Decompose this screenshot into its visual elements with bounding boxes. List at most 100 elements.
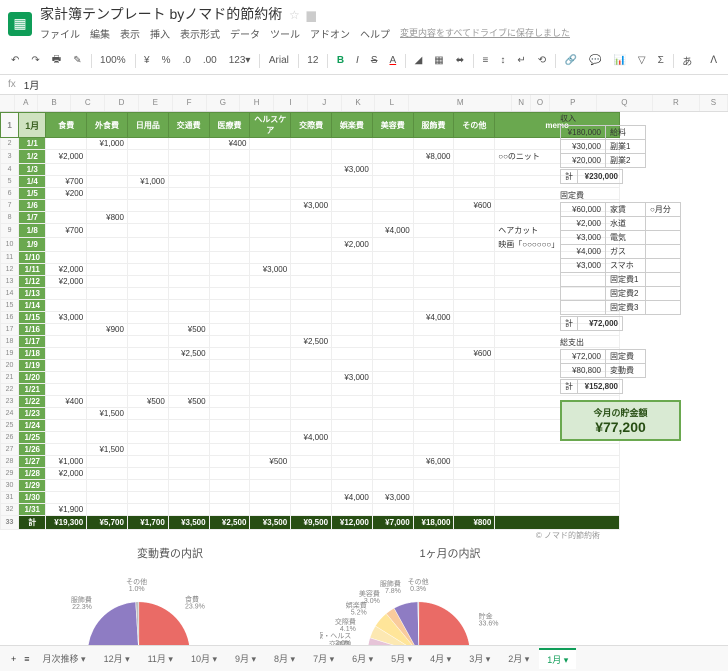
merge-icon[interactable]: ⬌ — [453, 53, 467, 68]
svg-text:食費: 食費 — [185, 595, 199, 604]
pie-chart: 1ヶ月の内訳貯金33.6%家賃26.1%水道・光熱3.9%スマホ1.3%食費(外… — [320, 545, 580, 655]
filter-icon[interactable]: ▽ — [635, 53, 649, 68]
text-color-icon[interactable]: A — [387, 53, 400, 68]
svg-text:1.0%: 1.0% — [129, 586, 145, 593]
menu-addons[interactable]: アドオン — [310, 26, 350, 41]
col-header[interactable]: I — [274, 95, 308, 111]
print-icon[interactable]: 🖶 — [49, 50, 64, 71]
decimal-dec-icon[interactable]: .0 — [179, 53, 193, 68]
col-header[interactable]: P — [550, 95, 597, 111]
col-header[interactable]: J — [308, 95, 342, 111]
sheet-tab[interactable]: 12月 ▾ — [96, 649, 138, 668]
more-formats[interactable]: 123▾ — [226, 53, 254, 68]
sheet-tab[interactable]: 6月 ▾ — [344, 649, 381, 668]
col-header[interactable]: O — [531, 95, 550, 111]
fill-color-icon[interactable]: ◢ — [412, 53, 426, 68]
functions-icon[interactable]: Σ — [655, 53, 667, 68]
ime-icon[interactable]: あ — [679, 51, 695, 70]
sheet-tab[interactable]: 月次推移 ▾ — [35, 649, 94, 668]
menu-data[interactable]: データ — [230, 26, 260, 41]
sheet-tab[interactable]: 1月 ▾ — [539, 648, 576, 669]
sheets-logo: ▦ — [8, 12, 32, 36]
col-header[interactable]: D — [105, 95, 139, 111]
main-table[interactable]: 11月食費外食費日用品交通費医療費ヘルスケア交際費娯楽費美容費服飾費その他mem… — [0, 112, 620, 530]
borders-icon[interactable]: ▦ — [431, 53, 446, 68]
col-header[interactable]: N — [512, 95, 531, 111]
menu-help[interactable]: ヘルプ — [360, 26, 390, 41]
credit-text: © ノマド的節約術 — [0, 530, 620, 541]
col-header[interactable]: C — [71, 95, 105, 111]
col-header[interactable]: H — [240, 95, 274, 111]
sheet-tab[interactable]: 10月 ▾ — [183, 649, 225, 668]
font-size[interactable]: 12 — [304, 53, 321, 68]
undo-icon[interactable]: ↶ — [8, 53, 22, 68]
svg-text:3.0%: 3.0% — [364, 598, 380, 605]
strike-icon[interactable]: S — [368, 53, 381, 68]
star-icon[interactable]: ☆ — [289, 8, 300, 22]
decimal-inc-icon[interactable]: .00 — [200, 53, 220, 68]
collapse-toolbar-icon[interactable]: ᐱ — [707, 53, 720, 68]
valign-icon[interactable]: ↕ — [497, 53, 508, 68]
fx-label: fx — [8, 79, 16, 90]
menu-file[interactable]: ファイル — [40, 26, 80, 41]
sheet-tab[interactable]: 7月 ▾ — [305, 649, 342, 668]
col-header[interactable]: F — [173, 95, 207, 111]
col-header[interactable]: S — [700, 95, 728, 111]
col-header[interactable]: L — [375, 95, 409, 111]
comment-icon[interactable]: 💬 — [586, 53, 604, 68]
col-header[interactable]: B — [38, 95, 72, 111]
wrap-icon[interactable]: ↵ — [514, 53, 528, 68]
font-select[interactable]: Arial — [266, 53, 292, 68]
sheet-tab[interactable]: 8月 ▾ — [266, 649, 303, 668]
formula-content[interactable]: 1月 — [24, 77, 40, 92]
toolbar: ↶ ↷ 🖶 ✎ 100% ¥ % .0 .00 123▾ Arial 12 B … — [0, 47, 728, 75]
all-sheets-icon[interactable]: ≡ — [21, 652, 32, 666]
menu-view[interactable]: 表示 — [120, 26, 140, 41]
italic-icon[interactable]: I — [353, 53, 362, 68]
svg-text:23.9%: 23.9% — [185, 604, 205, 611]
zoom-select[interactable]: 100% — [97, 53, 129, 68]
chart-icon[interactable]: 📊 — [610, 53, 628, 68]
bold-icon[interactable]: B — [334, 53, 347, 68]
sheet-tab[interactable]: 11月 ▾ — [140, 649, 181, 668]
col-header[interactable]: R — [653, 95, 700, 111]
pie-chart: 変動費の内訳食費23.9%外食費7.1%日用品2.1%交通費4.3%医療費3.1… — [40, 545, 300, 655]
add-sheet-icon[interactable]: + — [8, 652, 19, 666]
col-headers[interactable]: ABCDEFGHIJKLMNOPQRS — [0, 95, 728, 112]
side-tables: 収入¥180,000給料¥30,000副業1¥20,000副業2計¥230,00… — [560, 113, 681, 441]
currency-icon[interactable]: ¥ — [141, 53, 153, 68]
col-header[interactable]: A — [15, 95, 38, 111]
paint-format-icon[interactable]: ✎ — [70, 53, 84, 68]
sheet-tabs[interactable]: + ≡ 月次推移 ▾12月 ▾11月 ▾10月 ▾9月 ▾8月 ▾7月 ▾6月 … — [0, 645, 728, 671]
halign-icon[interactable]: ≡ — [480, 53, 492, 68]
svg-text:美容費: 美容費 — [359, 589, 380, 598]
sheet-tab[interactable]: 3月 ▾ — [461, 649, 498, 668]
sheet-tab[interactable]: 2月 ▾ — [500, 649, 537, 668]
col-header[interactable]: M — [409, 95, 512, 111]
menu-format[interactable]: 表示形式 — [180, 26, 220, 41]
col-header[interactable]: K — [342, 95, 376, 111]
menu-edit[interactable]: 編集 — [90, 26, 110, 41]
rotate-icon[interactable]: ⟲ — [535, 53, 549, 68]
grid[interactable]: ABCDEFGHIJKLMNOPQRS 11月食費外食費日用品交通費医療費ヘルス… — [0, 95, 728, 655]
sheet-tab[interactable]: 5月 ▾ — [383, 649, 420, 668]
folder-icon[interactable]: ▆ — [307, 8, 316, 22]
redo-icon[interactable]: ↷ — [28, 53, 42, 68]
formula-bar[interactable]: fx 1月 — [0, 75, 728, 95]
col-header[interactable]: Q — [597, 95, 653, 111]
sheet-area: ABCDEFGHIJKLMNOPQRS 11月食費外食費日用品交通費医療費ヘルス… — [0, 95, 728, 655]
col-header[interactable]: G — [207, 95, 241, 111]
percent-icon[interactable]: % — [159, 53, 174, 68]
svg-text:その他: その他 — [126, 577, 147, 586]
menu-insert[interactable]: 挿入 — [150, 26, 170, 41]
doc-title[interactable]: 家計簿テンプレート byノマド的節約術 — [40, 6, 282, 22]
svg-text:貯金: 貯金 — [479, 611, 493, 620]
menu-bar: ファイル 編集 表示 挿入 表示形式 データ ツール アドオン ヘルプ 変更内容… — [40, 24, 720, 43]
col-header[interactable]: E — [139, 95, 173, 111]
sheet-tab[interactable]: 4月 ▾ — [422, 649, 459, 668]
menu-tools[interactable]: ツール — [270, 26, 300, 41]
sheet-tab[interactable]: 9月 ▾ — [227, 649, 264, 668]
svg-text:服飾費: 服飾費 — [71, 595, 92, 604]
link-icon[interactable]: 🔗 — [562, 53, 580, 68]
save-status: 変更内容をすべてドライブに保存しました — [400, 26, 570, 41]
